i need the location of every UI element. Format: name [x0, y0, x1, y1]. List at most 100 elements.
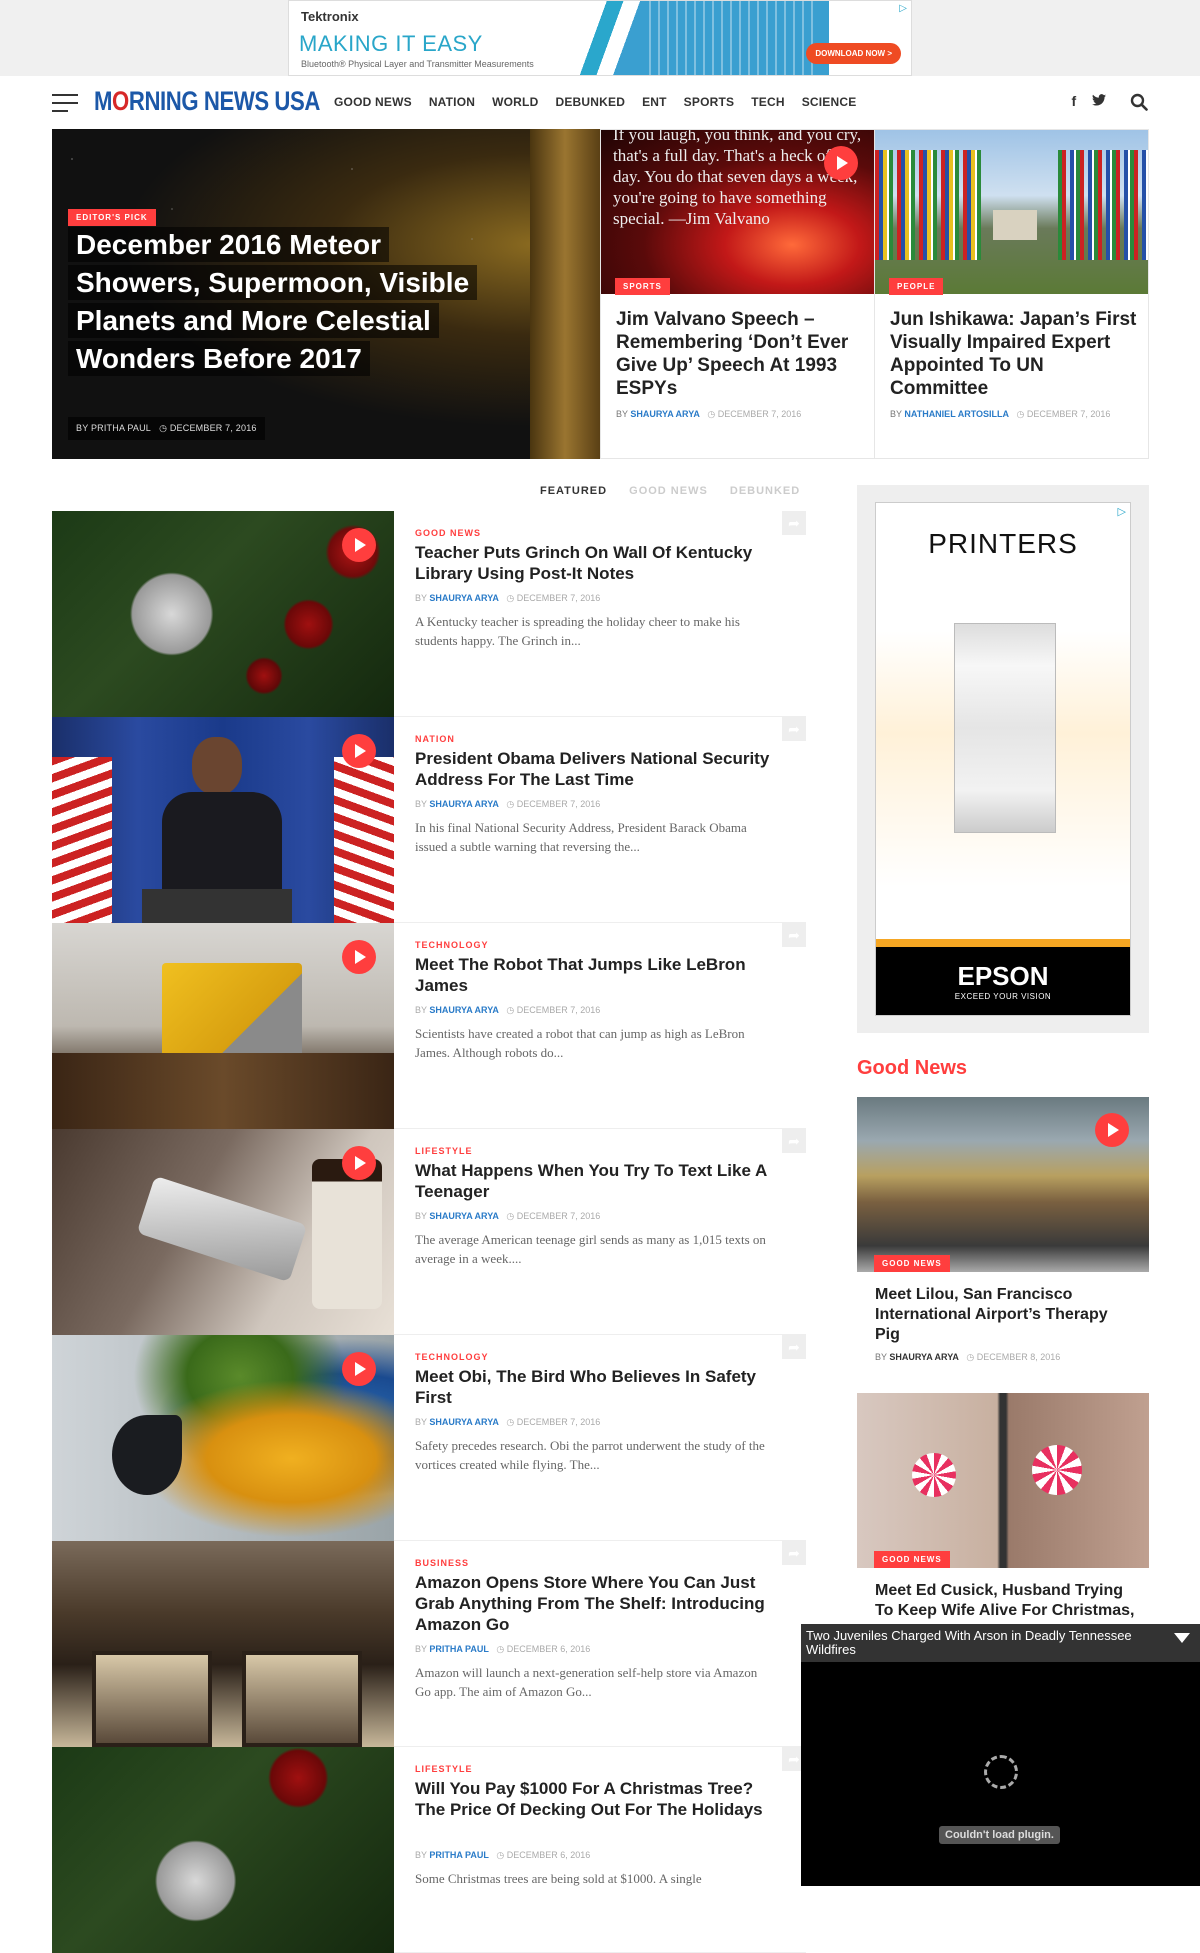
author-link[interactable]: SHAURYA ARYA: [630, 409, 700, 419]
feed-title[interactable]: Teacher Puts Grinch On Wall Of Kentucky …: [415, 542, 785, 584]
hero-image-rock: [530, 129, 600, 459]
share-icon[interactable]: ➦: [782, 511, 806, 535]
nav-item-ent[interactable]: ENT: [642, 95, 667, 109]
phone: [136, 1175, 308, 1283]
nav-item-science[interactable]: SCIENCE: [802, 95, 857, 109]
play-video-icon[interactable]: [342, 1352, 376, 1386]
card-category-tag[interactable]: SPORTS: [615, 278, 670, 295]
hero-title[interactable]: December 2016 Meteor Showers, Supermoon,…: [68, 226, 498, 378]
feed-title[interactable]: Amazon Opens Store Where You Can Just Gr…: [415, 1572, 785, 1635]
tab-good-news[interactable]: GOOD NEWS: [629, 485, 708, 497]
adchoices-icon[interactable]: ▷: [899, 3, 907, 14]
collapse-chevron-icon[interactable]: [1174, 1633, 1190, 1643]
feed-category[interactable]: LIFESTYLE: [415, 1764, 473, 1774]
sidebar-printer-ad[interactable]: ▷ PRINTERS EPSON EXCEED YOUR VISION: [875, 502, 1131, 1016]
feed-title[interactable]: Meet Obi, The Bird Who Believes In Safet…: [415, 1366, 785, 1408]
share-icon[interactable]: ➦: [782, 1541, 806, 1565]
play-video-icon[interactable]: [1095, 1113, 1129, 1147]
author-link[interactable]: SHAURYA ARYA: [429, 1005, 499, 1015]
hero-date: ◷ DECEMBER 7, 2016: [159, 423, 257, 433]
author-link[interactable]: SHAURYA ARYA: [889, 1352, 959, 1362]
by-label: BY: [415, 1211, 427, 1221]
speaker-head: [192, 737, 242, 795]
author-link[interactable]: SHAURYA ARYA: [429, 1211, 499, 1221]
nav-item-world[interactable]: WORLD: [492, 95, 538, 109]
ad-download-button[interactable]: DOWNLOAD NOW >: [806, 43, 901, 64]
feed-category[interactable]: LIFESTYLE: [415, 1146, 473, 1156]
feed-item[interactable]: NATION President Obama Delivers National…: [52, 717, 806, 923]
hamburger-menu-icon[interactable]: [52, 94, 78, 112]
sidebar-category-tag[interactable]: GOOD NEWS: [874, 1255, 950, 1272]
feed-meta: BY SHAURYA ARYA ◷ DECEMBER 7, 2016: [415, 1005, 600, 1016]
sidebar-section-heading[interactable]: Good News: [857, 1057, 967, 1080]
feed-title[interactable]: What Happens When You Try To Text Like A…: [415, 1160, 785, 1202]
parrot-beak: [112, 1415, 182, 1495]
feed-title[interactable]: Will You Pay $1000 For A Christmas Tree?…: [415, 1778, 785, 1820]
feed-item[interactable]: GOOD NEWS Teacher Puts Grinch On Wall Of…: [52, 511, 806, 717]
author-link[interactable]: NATHANIEL ARTOSILLA: [904, 409, 1009, 419]
feed-category[interactable]: BUSINESS: [415, 1558, 469, 1568]
play-video-icon[interactable]: [342, 1146, 376, 1180]
twitter-icon[interactable]: [1092, 93, 1106, 109]
nav-item-tech[interactable]: TECH: [751, 95, 784, 109]
hero-card-sports[interactable]: If you laugh, you think, and you cry, th…: [600, 129, 875, 459]
author-link[interactable]: PRITHA PAUL: [429, 1850, 489, 1860]
share-icon[interactable]: ➦: [782, 1335, 806, 1359]
play-video-icon[interactable]: [342, 940, 376, 974]
facebook-icon[interactable]: f: [1071, 93, 1076, 109]
sidebar-item-title[interactable]: Meet Lilou, San Francisco International …: [875, 1285, 1135, 1345]
card-title[interactable]: Jim Valvano Speech – Remembering ‘Don’t …: [616, 308, 866, 400]
flag-left: [52, 757, 112, 923]
sidebar-category-tag[interactable]: GOOD NEWS: [874, 1551, 950, 1568]
share-icon[interactable]: ➦: [782, 923, 806, 947]
author-link[interactable]: PRITHA PAUL: [429, 1644, 489, 1654]
tab-featured[interactable]: FEATURED: [540, 485, 607, 497]
hero-category-tag[interactable]: EDITOR'S PICK: [68, 209, 156, 226]
share-icon[interactable]: ➦: [782, 717, 806, 741]
feed-title[interactable]: Meet The Robot That Jumps Like LeBron Ja…: [415, 954, 785, 996]
feed-item[interactable]: TECHNOLOGY Meet The Robot That Jumps Lik…: [52, 923, 806, 1129]
nav-item-nation[interactable]: NATION: [429, 95, 475, 109]
feed-category[interactable]: NATION: [415, 734, 455, 744]
top-banner-ad[interactable]: Tektronix MAKING IT EASY Bluetooth® Phys…: [288, 0, 912, 76]
sidebar-item-title[interactable]: Meet Ed Cusick, Husband Trying To Keep W…: [875, 1581, 1135, 1621]
feed-item[interactable]: TECHNOLOGY Meet Obi, The Bird Who Believ…: [52, 1335, 806, 1541]
feed-category[interactable]: GOOD NEWS: [415, 528, 481, 538]
card-category-tag[interactable]: PEOPLE: [889, 278, 944, 295]
nav-item-debunked[interactable]: DEBUNKED: [555, 95, 625, 109]
feed-item[interactable]: BUSINESS Amazon Opens Store Where You Ca…: [52, 1541, 806, 1747]
share-icon[interactable]: ➦: [782, 1129, 806, 1153]
feed-item[interactable]: LIFESTYLE What Happens When You Try To T…: [52, 1129, 806, 1335]
card-title[interactable]: Jun Ishikawa: Japan’s First Visually Imp…: [890, 308, 1140, 400]
search-icon[interactable]: [1130, 93, 1148, 111]
hero-author[interactable]: BY PRITHA PAUL: [76, 423, 151, 433]
author-link[interactable]: SHAURYA ARYA: [429, 1417, 499, 1427]
feed-category[interactable]: TECHNOLOGY: [415, 1352, 489, 1362]
feed-title[interactable]: President Obama Delivers National Securi…: [415, 748, 785, 790]
tab-debunked[interactable]: DEBUNKED: [730, 485, 800, 497]
feed-meta: BY PRITHA PAUL ◷ DECEMBER 6, 2016: [415, 1644, 590, 1655]
feed-excerpt: Some Christmas trees are being sold at $…: [415, 1871, 702, 1886]
play-video-icon[interactable]: [824, 146, 858, 180]
play-video-icon[interactable]: [342, 734, 376, 768]
sidebar-image-lollipops[interactable]: GOOD NEWS: [857, 1393, 1149, 1568]
feed-category[interactable]: TECHNOLOGY: [415, 940, 489, 950]
adchoices-icon[interactable]: ▷: [1118, 505, 1126, 518]
author-link[interactable]: SHAURYA ARYA: [429, 799, 499, 809]
sticky-video-player[interactable]: Two Juveniles Charged With Arson in Dead…: [801, 1624, 1200, 1886]
nav-item-good-news[interactable]: GOOD NEWS: [334, 95, 412, 109]
play-video-icon[interactable]: [342, 528, 376, 562]
store-window: [92, 1651, 212, 1747]
feed-thumb-amazon: [52, 1541, 394, 1747]
feed-meta: BY PRITHA PAUL ◷ DECEMBER 6, 2016: [415, 1850, 590, 1861]
hero-title-text[interactable]: December 2016 Meteor Showers, Supermoon,…: [68, 227, 478, 376]
nav-menu: GOOD NEWS NATION WORLD DEBUNKED ENT SPOR…: [334, 95, 873, 109]
author-link[interactable]: SHAURYA ARYA: [429, 593, 499, 603]
sidebar-image-airport[interactable]: GOOD NEWS: [857, 1097, 1149, 1272]
site-logo[interactable]: MORNING NEWS USA: [94, 86, 320, 117]
flag-right: [334, 757, 394, 923]
social-links: f: [1059, 93, 1106, 109]
nav-item-sports[interactable]: SPORTS: [684, 95, 735, 109]
hero-card-people[interactable]: PEOPLE Jun Ishikawa: Japan’s First Visua…: [874, 129, 1149, 459]
feed-item[interactable]: LIFESTYLE Will You Pay $1000 For A Chris…: [52, 1747, 806, 1953]
